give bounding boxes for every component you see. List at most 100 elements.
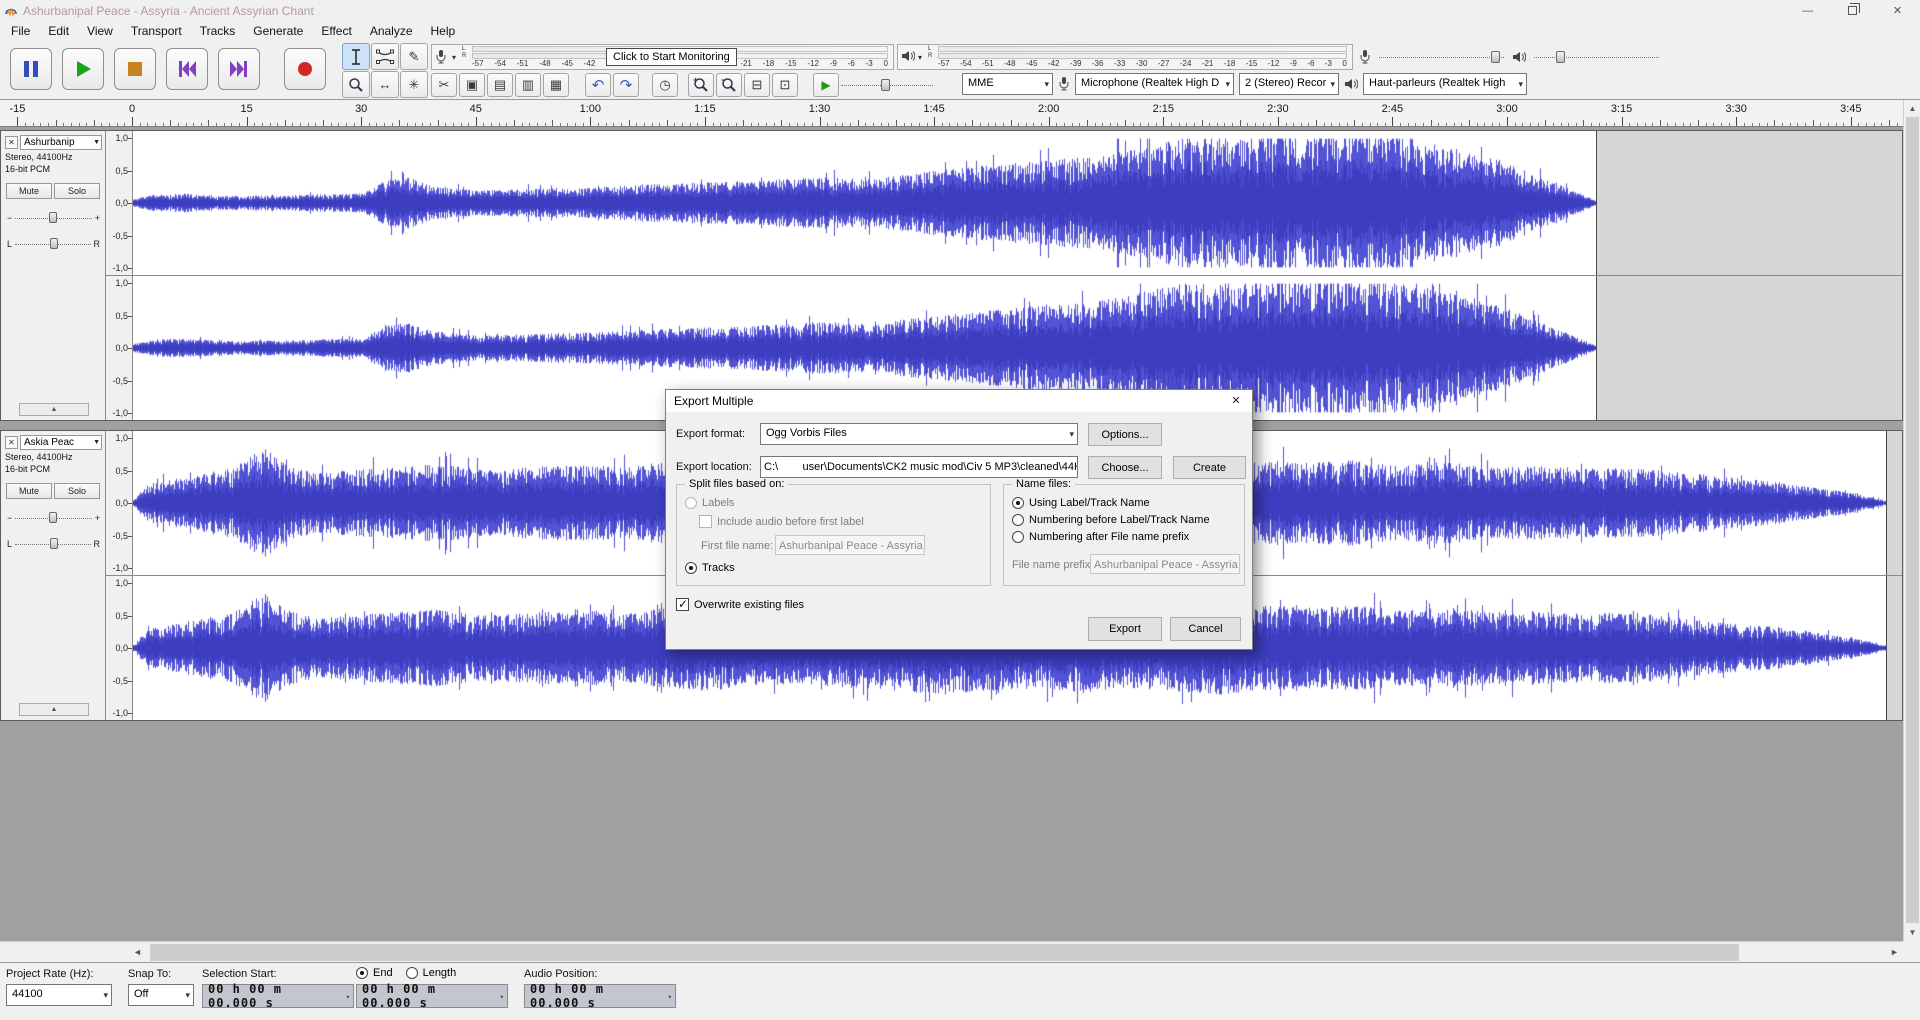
create-button[interactable]: Create — [1173, 456, 1246, 479]
slider-thumb[interactable] — [49, 538, 58, 549]
restore-button[interactable] — [1830, 0, 1875, 21]
menu-item-file[interactable]: File — [2, 22, 39, 40]
chevron-down-icon[interactable]: ▾ — [918, 53, 922, 62]
slider-thumb[interactable] — [1556, 51, 1565, 63]
trim-audio-button[interactable]: ▥ — [515, 73, 541, 97]
title-bar[interactable]: Ashurbanipal Peace - Assyria - Ancient A… — [0, 0, 1920, 21]
slider-thumb[interactable] — [48, 512, 57, 523]
recording-volume-slider[interactable] — [1379, 49, 1504, 65]
numbering-after-radio[interactable] — [1012, 531, 1024, 543]
recording-device-select[interactable]: Microphone (Realtek High D ▾ — [1075, 73, 1234, 95]
horizontal-scroll-thumb[interactable] — [150, 944, 1739, 961]
chevron-down-icon[interactable]: ▾ — [452, 53, 456, 62]
playback-device-select[interactable]: Haut-parleurs (Realtek High ▾ — [1363, 73, 1527, 95]
selection-tool-button[interactable] — [342, 43, 370, 70]
recording-channels-select[interactable]: 2 (Stereo) Recor ▾ — [1239, 73, 1339, 95]
vertical-scrollbar[interactable]: ▲ ▼ — [1903, 100, 1920, 941]
track-name-menu[interactable]: Askia Peac ▼ — [20, 435, 102, 450]
waveform-clip[interactable] — [133, 131, 1597, 275]
numbering-before-radio[interactable] — [1012, 514, 1024, 526]
slider-thumb[interactable] — [49, 238, 58, 249]
waveform-area[interactable]: 1,0 0,5 0,0 -0,5 -1,0 1,0 0,5 0,0 -0,5 -1,0 — [106, 131, 1902, 420]
minimize-button[interactable]: — — [1785, 0, 1830, 21]
timeshift-tool-button[interactable]: ↔ — [371, 71, 399, 98]
playback-volume-slider[interactable] — [1534, 49, 1659, 65]
close-button[interactable]: ✕ — [1875, 0, 1920, 21]
skip-to-start-button[interactable] — [166, 48, 208, 90]
zoom-tool-button[interactable] — [342, 71, 370, 98]
solo-button[interactable]: Solo — [54, 483, 100, 499]
slider-thumb[interactable] — [48, 212, 57, 223]
scroll-right-button[interactable]: ► — [1886, 942, 1903, 963]
track-name-menu[interactable]: Ashurbanip ▼ — [20, 135, 102, 150]
menu-item-transport[interactable]: Transport — [122, 22, 191, 40]
export-button[interactable]: Export — [1088, 617, 1162, 641]
first-file-name-input[interactable]: Ashurbanipal Peace - Assyria — [775, 535, 925, 555]
solo-button[interactable]: Solo — [54, 183, 100, 199]
gain-slider[interactable]: − + — [7, 509, 100, 527]
paste-button[interactable]: ▤ — [487, 73, 513, 97]
timeline-ruler[interactable]: -15 0 15 30 45 1:00 1:15 1:30 1:45 2:00 2:15 2:30 2:… — [0, 100, 1903, 127]
copy-button[interactable]: ▣ — [459, 73, 485, 97]
record-button[interactable] — [284, 48, 326, 90]
dialog-close-button[interactable]: ✕ — [1220, 390, 1252, 412]
envelope-tool-button[interactable] — [371, 43, 399, 70]
fit-project-button[interactable]: ⊡ — [772, 73, 798, 97]
collapse-track-button[interactable]: ▲ — [19, 703, 89, 716]
dialog-title-bar[interactable]: Export Multiple ✕ — [666, 390, 1252, 412]
selection-start-time[interactable]: 00 h 00 m 00.000 s ▾ — [202, 982, 354, 1010]
horizontal-scrollbar[interactable]: ◄ ► — [0, 941, 1903, 962]
collapse-track-button[interactable]: ▲ — [19, 403, 89, 416]
scroll-left-button[interactable]: ◄ — [129, 942, 146, 963]
end-radio[interactable] — [356, 967, 368, 979]
play-at-speed-button[interactable]: ▶ — [813, 73, 839, 97]
pan-slider[interactable]: L R — [7, 235, 100, 253]
playback-speed-slider[interactable] — [841, 77, 933, 93]
zoom-out-button[interactable]: − — [716, 73, 742, 97]
pause-button[interactable] — [10, 48, 52, 90]
redo-button[interactable]: ↷ — [613, 73, 639, 97]
pan-slider[interactable]: L R — [7, 535, 100, 553]
scroll-down-button[interactable]: ▼ — [1904, 924, 1920, 941]
playback-meter[interactable]: ▾ LR -57 -54 -51 -48 -45 -42 -39 -36 -33 -30 -27 -2… — [897, 44, 1353, 70]
menu-item-edit[interactable]: Edit — [39, 22, 78, 40]
tracks-radio[interactable] — [685, 562, 697, 574]
track-close-button[interactable]: ✕ — [5, 436, 18, 449]
fit-selection-button[interactable]: ⊟ — [744, 73, 770, 97]
menu-item-view[interactable]: View — [78, 22, 122, 40]
sync-lock-button[interactable]: ◷ — [652, 73, 678, 97]
monitoring-tooltip[interactable]: Click to Start Monitoring — [606, 48, 737, 66]
mute-button[interactable]: Mute — [6, 183, 52, 199]
stop-button[interactable] — [114, 48, 156, 90]
include-audio-checkbox[interactable] — [699, 515, 712, 528]
cancel-button[interactable]: Cancel — [1170, 617, 1241, 641]
gain-slider[interactable]: − + — [7, 209, 100, 227]
vertical-scroll-thumb[interactable] — [1906, 117, 1919, 923]
audio-host-select[interactable]: MME ▾ — [962, 73, 1053, 95]
export-format-select[interactable]: Ogg Vorbis Files ▾ — [760, 423, 1078, 445]
overwrite-checkbox[interactable] — [676, 597, 689, 611]
skip-to-end-button[interactable] — [218, 48, 260, 90]
selection-end-time[interactable]: 00 h 00 m 00.000 s ▾ — [356, 982, 508, 1010]
length-radio[interactable] — [405, 967, 418, 979]
mute-button[interactable]: Mute — [6, 483, 52, 499]
draw-tool-button[interactable]: ✎ — [400, 43, 428, 70]
labels-radio[interactable] — [685, 497, 697, 509]
audio-position-time[interactable]: 00 h 00 m 00.000 s ▾ — [524, 982, 676, 1010]
slider-thumb[interactable] — [881, 79, 890, 91]
export-location-input[interactable]: C:\ user\Documents\CK2 music mod\Civ 5 M… — [760, 456, 1078, 478]
choose-button[interactable]: Choose... — [1088, 456, 1162, 479]
project-rate-select[interactable]: 44100 ▾ — [6, 984, 112, 1006]
scroll-up-button[interactable]: ▲ — [1904, 100, 1920, 117]
file-name-prefix-input[interactable]: Ashurbanipal Peace - Assyria — [1090, 554, 1240, 574]
menu-item-help[interactable]: Help — [422, 22, 465, 40]
menu-item-generate[interactable]: Generate — [244, 22, 312, 40]
silence-audio-button[interactable]: ▦ — [543, 73, 569, 97]
play-button[interactable] — [62, 48, 104, 90]
slider-thumb[interactable] — [1491, 51, 1500, 63]
using-label-radio[interactable] — [1012, 497, 1024, 509]
options-button[interactable]: Options... — [1088, 423, 1162, 446]
multi-tool-button[interactable]: ✳ — [400, 71, 428, 98]
zoom-in-button[interactable]: + — [688, 73, 714, 97]
undo-button[interactable]: ↶ — [585, 73, 611, 97]
